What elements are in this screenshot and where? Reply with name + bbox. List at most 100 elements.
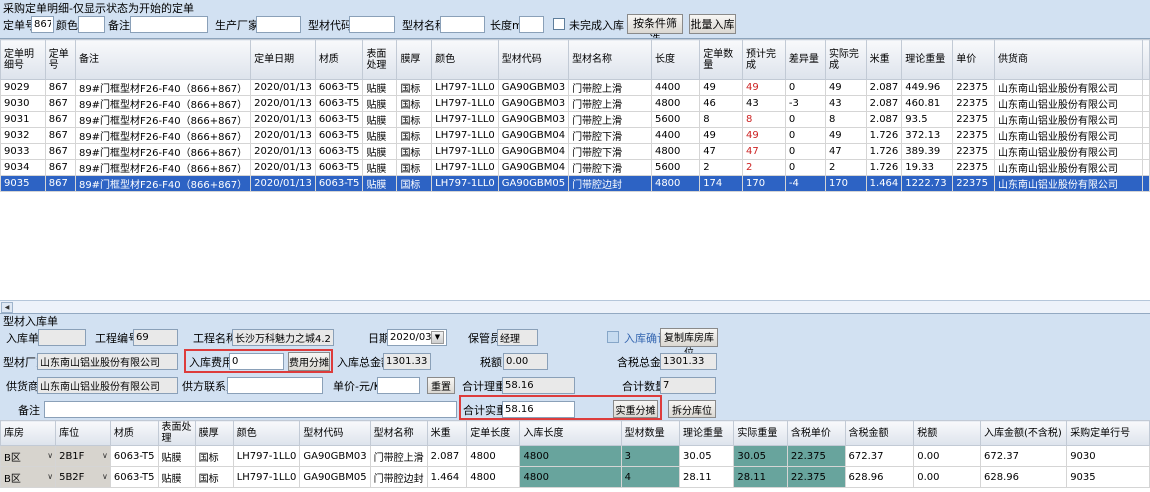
grid-cell[interactable]: 389.39 <box>902 144 953 160</box>
actual-weight-allocate-button[interactable]: 实重分摊 <box>613 400 658 418</box>
column-header[interactable]: 采购定单行号 <box>1067 421 1150 446</box>
grid-cell[interactable]: 9030 <box>1 96 46 112</box>
grid-cell[interactable]: 672.37 <box>980 446 1066 467</box>
grid-cell[interactable]: 2.087 <box>866 112 902 128</box>
grid-cell[interactable]: 22375 <box>953 128 995 144</box>
column-header[interactable]: 预计完成 <box>743 40 786 80</box>
column-header[interactable]: 实际重量 <box>734 421 787 446</box>
grid-cell[interactable]: 国标 <box>397 128 432 144</box>
split-location-button[interactable]: 拆分库位 <box>668 400 716 418</box>
column-header[interactable]: 米重 <box>427 421 467 446</box>
grid-cell[interactable]: 国标 <box>397 96 432 112</box>
grid-cell[interactable]: 4800 <box>651 176 699 192</box>
grid-cell[interactable]: 867 <box>45 128 75 144</box>
grid-cell[interactable]: GA90GBM05 <box>300 467 370 488</box>
grid-cell[interactable]: 山东南山铝业股份有限公司 <box>994 176 1142 192</box>
grid-cell[interactable]: 门带腔上滑 <box>370 446 427 467</box>
grid-cell[interactable]: 国标 <box>397 80 432 96</box>
grid-cell[interactable]: 0 <box>785 80 825 96</box>
grid-cell[interactable]: 22375 <box>953 96 995 112</box>
grid-cell[interactable]: GA90GBM04 <box>498 144 568 160</box>
grid-cell[interactable]: 门带腔上滑 <box>569 80 652 96</box>
project-name-field[interactable] <box>232 329 334 346</box>
grid-cell[interactable]: 1.464 <box>427 467 467 488</box>
grid-cell[interactable]: 国标 <box>397 160 432 176</box>
grid-cell[interactable]: 46 <box>700 96 743 112</box>
filter-by-condition-button[interactable]: 按条件筛选 <box>627 14 683 34</box>
table-row[interactable]: 903586789#门框型材F26-F40（866+867）2020/01/13… <box>1 176 1150 192</box>
grid-cell[interactable]: 9030 <box>1067 446 1150 467</box>
grid-cell[interactable]: 门带腔下滑 <box>569 128 652 144</box>
grid-cell[interactable]: 8 <box>743 112 786 128</box>
grid-cell[interactable]: 国标 <box>397 112 432 128</box>
grid-cell[interactable]: 43 <box>743 96 786 112</box>
inbound-no-field[interactable] <box>38 329 86 346</box>
inbound-total-field[interactable] <box>383 353 431 370</box>
grid-cell[interactable]: -3 <box>785 96 825 112</box>
column-header[interactable]: 含税金额 <box>845 421 914 446</box>
grid-cell[interactable]: 372.13 <box>902 128 953 144</box>
total-theory-weight-field[interactable] <box>502 377 575 394</box>
grid-cell[interactable]: 2020/01/13 <box>251 160 316 176</box>
grid-cell[interactable]: 贴膜 <box>158 446 195 467</box>
column-header[interactable]: 型材名称 <box>569 40 652 80</box>
column-header[interactable]: 供货商 <box>994 40 1142 80</box>
grid-cell[interactable]: GA90GBM03 <box>498 112 568 128</box>
grid-cell[interactable]: GA90GBM03 <box>498 96 568 112</box>
grid-cell[interactable]: 山东南山铝业股份有限公司 <box>994 112 1142 128</box>
grid-cell[interactable]: 93.5 <box>902 112 953 128</box>
factory-field[interactable] <box>37 353 178 370</box>
grid-cell[interactable]: 6063-T5 <box>315 176 363 192</box>
supplier-contact-field[interactable] <box>227 377 323 394</box>
grid-cell[interactable]: GA90GBM04 <box>498 128 568 144</box>
column-header[interactable]: 入库长度 <box>520 421 621 446</box>
grid-cell[interactable]: 贴膜 <box>363 128 397 144</box>
grid-cell[interactable]: 9034 <box>1 160 46 176</box>
grid-cell[interactable]: LH797-1LL0 <box>432 176 499 192</box>
total-actual-weight-field[interactable] <box>502 401 575 418</box>
column-header[interactable]: 表面处理 <box>158 421 195 446</box>
grid-cell[interactable]: 3 <box>621 446 679 467</box>
grid-cell[interactable]: 89#门框型材F26-F40（866+867） <box>75 144 250 160</box>
calendar-dropdown-icon[interactable]: ▼ <box>431 331 444 344</box>
tax-total-field[interactable] <box>660 353 717 370</box>
column-header[interactable]: 定单明细号 <box>1 40 46 80</box>
grid-cell[interactable]: 22375 <box>953 144 995 160</box>
grid-cell[interactable]: 89#门框型材F26-F40（866+867） <box>75 112 250 128</box>
grid-cell[interactable]: 国标 <box>397 176 432 192</box>
grid-cell[interactable]: 贴膜 <box>363 144 397 160</box>
grid-cell[interactable]: 贴膜 <box>363 112 397 128</box>
grid-cell[interactable]: 30.05 <box>680 446 734 467</box>
grid-cell[interactable]: B区∨ <box>1 446 56 467</box>
grid-cell[interactable]: 6063-T5 <box>110 467 158 488</box>
column-header[interactable]: 定单数量 <box>700 40 743 80</box>
grid-cell[interactable]: 4800 <box>467 467 520 488</box>
table-row[interactable]: 903186789#门框型材F26-F40（866+867）2020/01/13… <box>1 112 1150 128</box>
grid-cell[interactable]: 867 <box>45 112 75 128</box>
grid-cell[interactable]: 9035 <box>1 176 46 192</box>
grid-cell[interactable]: 9032 <box>1 128 46 144</box>
column-header[interactable] <box>1142 40 1149 80</box>
grid-cell[interactable]: 170 <box>825 176 866 192</box>
tax-field[interactable] <box>503 353 548 370</box>
grid-cell[interactable]: 22.375 <box>787 446 845 467</box>
grid-cell[interactable]: 89#门框型材F26-F40（866+867） <box>75 96 250 112</box>
grid-cell[interactable]: B区∨ <box>1 467 56 488</box>
grid-cell[interactable]: 4800 <box>651 96 699 112</box>
grid-cell[interactable]: LH797-1LL0 <box>432 144 499 160</box>
grid-cell[interactable]: 2.087 <box>427 446 467 467</box>
grid-cell[interactable]: GA90GBM03 <box>300 446 370 467</box>
grid-cell[interactable]: LH797-1LL0 <box>432 96 499 112</box>
incomplete-checkbox[interactable] <box>553 18 565 30</box>
column-header[interactable]: 差异量 <box>785 40 825 80</box>
grid-cell[interactable]: 49 <box>700 128 743 144</box>
grid-cell[interactable]: 2B1F∨ <box>56 446 111 467</box>
supplier-field[interactable] <box>37 377 178 394</box>
column-header[interactable]: 实际完成 <box>825 40 866 80</box>
grid-cell[interactable]: 867 <box>45 176 75 192</box>
grid-cell[interactable]: 8 <box>825 112 866 128</box>
grid-cell[interactable]: 6063-T5 <box>315 112 363 128</box>
profile-name-filter-input[interactable] <box>440 16 485 33</box>
column-header[interactable]: 长度 <box>651 40 699 80</box>
dropdown-arrow-icon[interactable]: ∨ <box>47 472 53 482</box>
